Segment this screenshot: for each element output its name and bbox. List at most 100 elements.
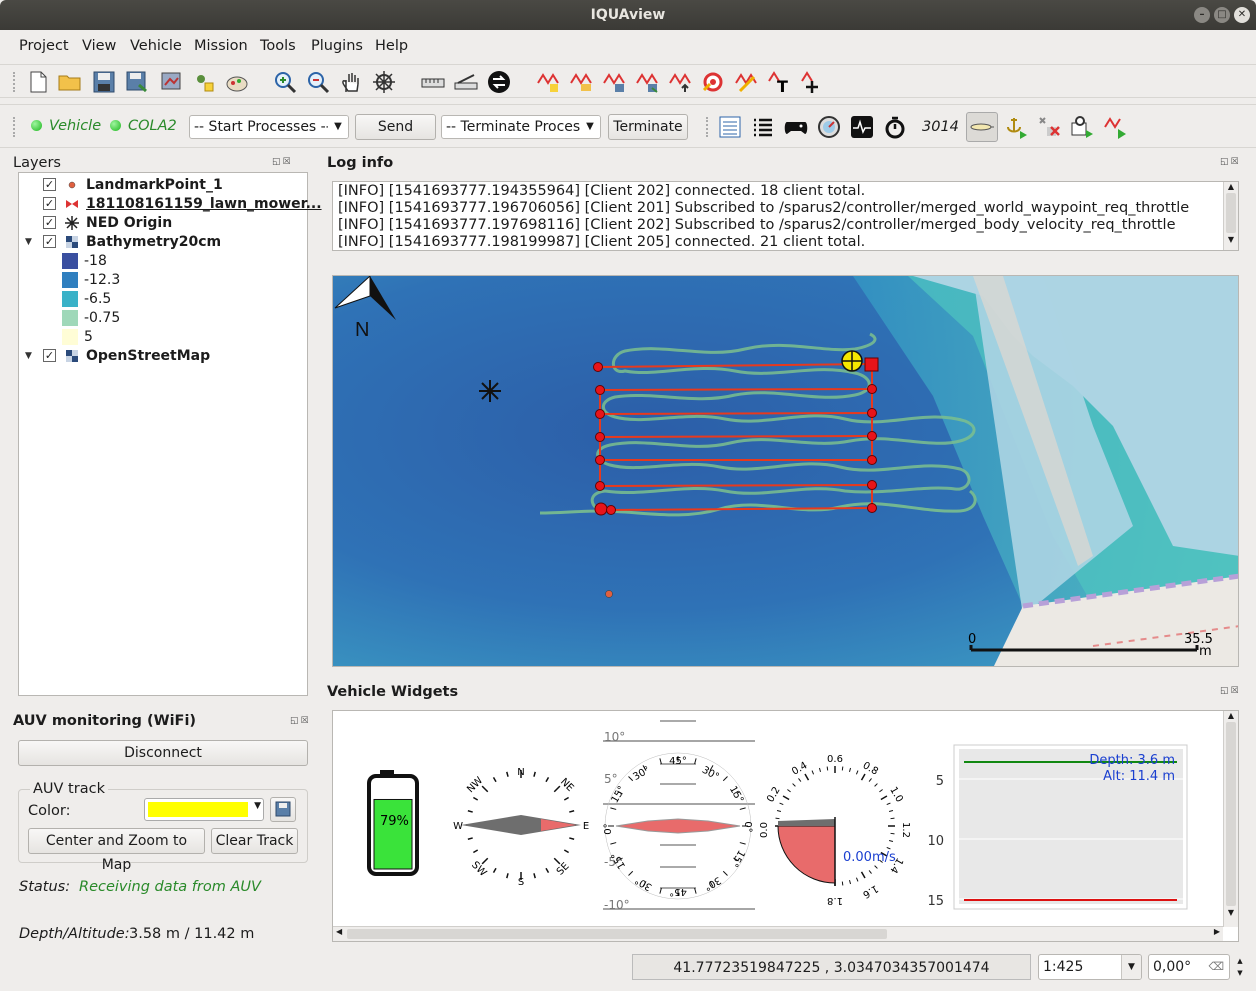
menu-mission[interactable]: Mission bbox=[194, 38, 248, 54]
layer-bathymetry[interactable]: ▼ ✓ Bathymetry20cm bbox=[25, 232, 221, 251]
coordinates-field[interactable]: 41.77723519847225 , 3.0347034357001474 bbox=[632, 954, 1031, 980]
log-text-area[interactable]: [INFO] [1541693777.194355964] [Client 20… bbox=[332, 181, 1239, 251]
track-color-picker[interactable]: ▼ bbox=[144, 798, 264, 821]
save-icon[interactable] bbox=[91, 69, 117, 95]
monitor-icon[interactable] bbox=[849, 114, 875, 140]
open-mission-icon[interactable] bbox=[568, 69, 594, 95]
vehicle-info-icon[interactable] bbox=[717, 114, 743, 140]
ship-wheel-icon[interactable] bbox=[371, 69, 397, 95]
legend-item: 5 bbox=[62, 327, 93, 346]
menu-plugins[interactable]: Plugins bbox=[311, 38, 363, 54]
gamepad-icon[interactable] bbox=[783, 114, 809, 140]
log-float-close-icon[interactable]: ◱☒ bbox=[1220, 157, 1241, 167]
list-icon[interactable] bbox=[750, 114, 776, 140]
execute-mission-icon[interactable] bbox=[1102, 114, 1128, 140]
new-file-icon[interactable] bbox=[25, 69, 51, 95]
layer-style-icon[interactable] bbox=[224, 69, 250, 95]
send-button[interactable]: Send bbox=[355, 114, 436, 140]
edit-mission-icon[interactable] bbox=[733, 69, 759, 95]
layer-ned-origin[interactable]: ✓ NED Origin bbox=[25, 213, 172, 232]
pan-hand-icon[interactable] bbox=[338, 69, 364, 95]
layer-checkbox[interactable]: ✓ bbox=[43, 235, 56, 248]
close-icon[interactable]: ✕ bbox=[1234, 7, 1250, 23]
upload-mission-icon[interactable] bbox=[667, 69, 693, 95]
pitch-5: 5° bbox=[604, 772, 618, 786]
terminate-button[interactable]: Terminate bbox=[608, 114, 688, 140]
menu-tools[interactable]: Tools bbox=[260, 38, 296, 54]
measure-line-icon[interactable] bbox=[420, 69, 446, 95]
mission-text-icon[interactable]: T bbox=[766, 69, 792, 95]
layer-checkbox[interactable]: ✓ bbox=[43, 216, 56, 229]
target-mission-icon[interactable] bbox=[700, 69, 726, 95]
terminate-processes-combo[interactable]: -- Terminate Proces: ▼ bbox=[441, 115, 601, 139]
status-label: Status: bbox=[19, 879, 71, 895]
start-processes-combo[interactable]: -- Start Processes -- ▼ bbox=[189, 115, 349, 139]
layer-openstreetmap[interactable]: ▼ ✓ OpenStreetMap bbox=[25, 346, 210, 365]
toolbar-grip[interactable] bbox=[13, 72, 16, 92]
save-mission-icon[interactable] bbox=[601, 69, 627, 95]
zoom-in-icon[interactable] bbox=[272, 69, 298, 95]
mission-end-marker bbox=[864, 357, 879, 372]
expand-icon[interactable]: ▼ bbox=[25, 237, 35, 247]
log-scrollbar[interactable]: ▲ ▼ bbox=[1223, 182, 1238, 250]
menu-vehicle[interactable]: Vehicle bbox=[130, 38, 182, 54]
widgets-vertical-scrollbar[interactable]: ▲ ▼ bbox=[1223, 711, 1238, 927]
expand-icon[interactable]: ▼ bbox=[25, 351, 35, 361]
save-track-button[interactable] bbox=[270, 797, 296, 822]
open-folder-icon[interactable] bbox=[57, 69, 83, 95]
maximize-icon[interactable]: □ bbox=[1214, 7, 1230, 23]
compass-widget: N E S W NE NW SE SW bbox=[453, 767, 589, 888]
layer-landmark[interactable]: ✓ LandmarkPoint_1 bbox=[25, 175, 223, 194]
save-as-icon[interactable] bbox=[124, 69, 150, 95]
compass-ne: NE bbox=[558, 776, 576, 794]
new-mission-icon[interactable] bbox=[535, 69, 561, 95]
menu-project[interactable]: Project bbox=[19, 38, 69, 54]
auv-toggle-icon[interactable] bbox=[966, 112, 998, 142]
timer-icon[interactable] bbox=[882, 114, 908, 140]
rotation-spinner[interactable]: ▲ ▼ bbox=[1234, 955, 1246, 979]
disable-icon[interactable] bbox=[1036, 114, 1062, 140]
widgets-float-close-icon[interactable]: ◱☒ bbox=[1220, 686, 1241, 696]
layer-mission[interactable]: ✓ 181108161159_lawn_mower... bbox=[25, 194, 322, 213]
menu-help[interactable]: Help bbox=[375, 38, 408, 54]
layers-float-close-icon[interactable]: ◱☒ bbox=[272, 157, 293, 167]
clear-track-button[interactable]: Clear Track bbox=[211, 828, 298, 854]
sync-icon[interactable] bbox=[486, 69, 512, 95]
disconnect-button[interactable]: Disconnect bbox=[18, 740, 308, 766]
widgets-horizontal-scrollbar[interactable]: ◀ ▶ bbox=[333, 926, 1223, 941]
rotation-field[interactable]: 0,00° ⌫ bbox=[1148, 954, 1230, 980]
map-svg[interactable]: N 0 35.5 m bbox=[333, 276, 1239, 667]
zoom-out-icon[interactable] bbox=[305, 69, 331, 95]
scale-combo[interactable]: 1:425 ▼ bbox=[1038, 954, 1142, 980]
altitude-readout: Alt: 11.4 m bbox=[1103, 769, 1175, 784]
toolbar-grip[interactable] bbox=[706, 117, 709, 137]
mission-layer-icon bbox=[66, 199, 78, 208]
legend-swatch bbox=[62, 252, 78, 269]
vehicle-status: Vehicle bbox=[31, 118, 101, 134]
clear-icon[interactable]: ⌫ bbox=[1208, 955, 1224, 979]
north-label: N bbox=[355, 319, 369, 341]
map-canvas[interactable]: N 0 35.5 m bbox=[332, 275, 1239, 667]
menu-view[interactable]: View bbox=[82, 38, 116, 54]
move-mission-icon[interactable] bbox=[799, 69, 825, 95]
compass-e: E bbox=[583, 821, 589, 832]
add-point-icon[interactable] bbox=[191, 69, 217, 95]
save-mission-as-icon[interactable] bbox=[634, 69, 660, 95]
center-zoom-button[interactable]: Center and Zoom to Map bbox=[28, 828, 205, 873]
gauge-icon[interactable] bbox=[816, 114, 842, 140]
layer-checkbox[interactable]: ✓ bbox=[43, 178, 56, 191]
layer-checkbox[interactable]: ✓ bbox=[43, 197, 56, 210]
toolbar-grip[interactable] bbox=[13, 117, 16, 137]
speed-tick-label: 1.8 bbox=[827, 895, 843, 906]
vehicle-widgets-area: 79% N E S W NE NW SE SW 10° 5° -5° -10° … bbox=[332, 710, 1239, 942]
anchor-icon[interactable] bbox=[1003, 114, 1029, 140]
layer-checkbox[interactable]: ✓ bbox=[43, 349, 56, 362]
print-layout-icon[interactable] bbox=[158, 69, 184, 95]
auv-float-close-icon[interactable]: ◱☒ bbox=[290, 716, 311, 726]
goto-icon[interactable] bbox=[1069, 114, 1095, 140]
battery-widget: 79% bbox=[367, 770, 419, 876]
measure-angle-icon[interactable] bbox=[453, 69, 479, 95]
landmark-point[interactable] bbox=[605, 590, 613, 598]
battery-percent: 79% bbox=[380, 814, 409, 829]
minimize-icon[interactable]: – bbox=[1194, 7, 1210, 23]
